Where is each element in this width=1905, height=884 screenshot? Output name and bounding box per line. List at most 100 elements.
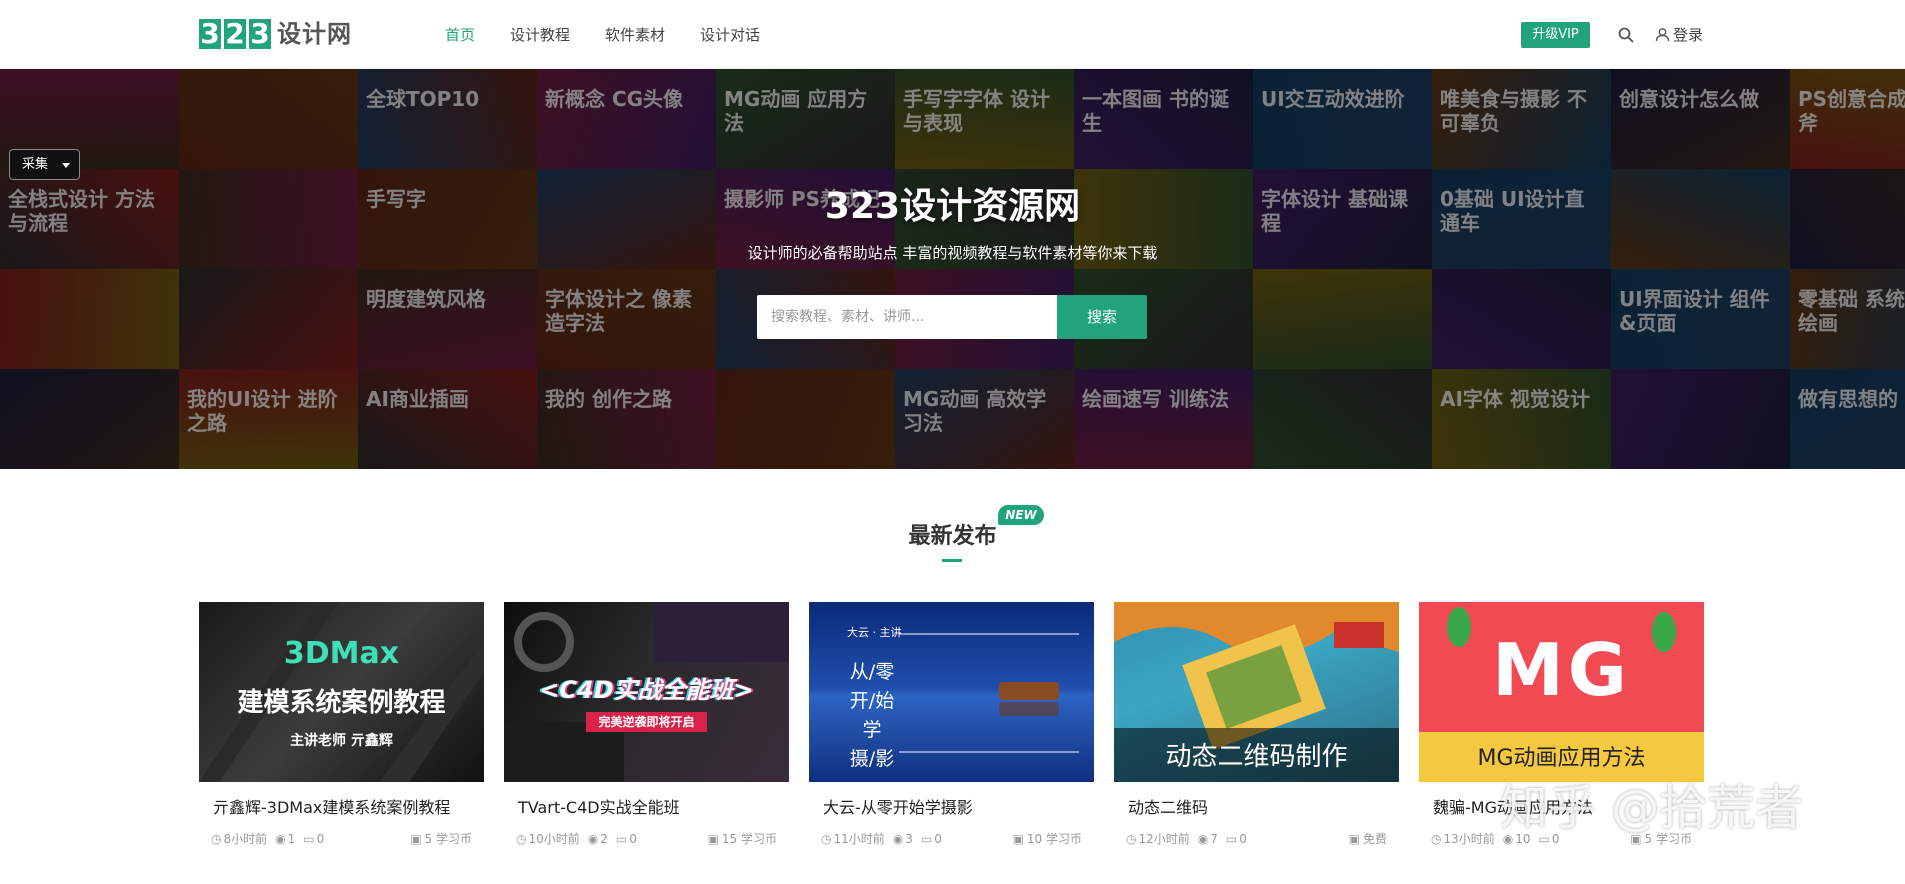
search-icon[interactable] (1617, 26, 1635, 44)
hero-banner: 全球TOP10 新概念 CG头像 MG动画 应用方法 手写字字体 设计与表现 一本图画 … (0, 69, 1905, 469)
clock-icon: ◷ (211, 831, 222, 846)
hero-search: 搜索 (757, 295, 1147, 339)
course-card[interactable]: 3DMax 建模系统案例教程 主讲老师 亓鑫辉 亓鑫辉-3DMax建模系统案例教… (199, 602, 484, 847)
clock-icon: ◷ (516, 831, 527, 846)
course-title[interactable]: TVart-C4D实战全能班 (504, 796, 789, 820)
meta-time-value: 10小时前 (528, 832, 580, 846)
title-underline (942, 559, 962, 562)
site-logo[interactable]: 3 2 3 设计网 (199, 18, 352, 50)
course-title[interactable]: 亓鑫辉-3DMax建模系统案例教程 (199, 796, 484, 820)
meta-views-value: 3 (905, 831, 913, 846)
course-thumbnail[interactable]: 动态二维码制作 (1114, 602, 1399, 782)
meta-views-value: 7 (1210, 831, 1218, 846)
meta-time-value: 13小时前 (1443, 832, 1495, 846)
meta-price: ▣ 15 学习币 (708, 830, 777, 847)
thumb-line: MG动画应用方法 (1477, 746, 1646, 771)
course-meta: ◷ 10小时前 ◉ 2 ▭ 0 ▣ 15 学习币 (504, 830, 789, 847)
login-link[interactable]: 登录 (1655, 24, 1703, 45)
login-label: 登录 (1673, 26, 1704, 44)
comment-icon: ▭ (303, 831, 315, 846)
meta-comments: ▭ 0 (921, 832, 942, 846)
user-icon (1655, 28, 1670, 42)
new-badge: NEW (998, 505, 1044, 525)
course-thumbnail[interactable]: 大云 · 主讲 从/零 开/始 学 摄/影 (809, 602, 1094, 782)
thumb-line: 动态二维码制作 (1165, 742, 1348, 772)
nav-item-talks[interactable]: 设计对话 (700, 24, 760, 46)
comment-icon: ▭ (1225, 831, 1238, 846)
meta-time: ◷ 10小时前 (516, 830, 580, 847)
meta-views: ◉ 3 (893, 832, 913, 846)
course-meta: ◷ 12小时前 ◉ 7 ▭ 0 ▣ 免费 (1114, 830, 1399, 847)
comment-icon: ▭ (615, 831, 628, 846)
course-card[interactable]: 大云 · 主讲 从/零 开/始 学 摄/影 大云-从零开始学摄影 ◷ 11小时前 … (809, 602, 1094, 847)
section-title: 最新发布 (908, 524, 997, 549)
thumb-line: 完美逆袭即将开启 (586, 712, 707, 732)
meta-comments: ▭ 0 (616, 832, 637, 846)
meta-time-value: 8小时前 (223, 832, 268, 846)
meta-comments-value: 0 (316, 831, 325, 846)
meta-price-value: 免费 (1362, 832, 1387, 846)
logo-mark: 3 2 3 (199, 19, 271, 49)
thumb-line: 主讲老师 亓鑫辉 (290, 733, 393, 749)
meta-views: ◉ 1 (275, 832, 295, 846)
wallet-icon: ▣ (707, 831, 719, 846)
meta-time-value: 11小时前 (833, 832, 885, 846)
clock-icon: ◷ (1431, 831, 1442, 846)
logo-text: 设计网 (277, 20, 352, 48)
wallet-icon: ▣ (1348, 831, 1360, 846)
meta-price-value: 5 学习币 (424, 832, 472, 846)
course-thumbnail[interactable]: <C4D实战全能班> 完美逆袭即将开启 (504, 602, 789, 782)
thumb-line: <C4D实战全能班> (539, 676, 754, 704)
course-meta: ◷ 11小时前 ◉ 3 ▭ 0 ▣ 10 学习币 (809, 830, 1094, 847)
course-card[interactable]: 动态二维码制作 动态二维码 ◷ 12小时前 ◉ 7 ▭ 0 ▣ 免费 (1114, 602, 1399, 847)
collect-button[interactable]: 采集 (9, 149, 80, 180)
course-thumbnail[interactable]: MG MG动画应用方法 (1419, 602, 1704, 782)
meta-views-value: 2 (600, 831, 608, 846)
eye-icon: ◉ (1197, 831, 1209, 846)
meta-time: ◷ 12小时前 (1126, 830, 1190, 847)
hero-subtitle: 设计师的必备帮助站点 丰富的视频教程与软件素材等你来下载 (747, 244, 1158, 262)
meta-time: ◷ 8小时前 (211, 830, 267, 847)
thumb-line: 大云 · 主讲 (847, 626, 902, 639)
search-input[interactable] (757, 295, 1057, 339)
meta-time: ◷ 11小时前 (821, 830, 885, 847)
watermark: 知乎 @拾荒者 (1500, 780, 1804, 836)
meta-views-value: 1 (287, 831, 296, 846)
nav-item-software[interactable]: 软件素材 (605, 24, 665, 46)
upgrade-vip-button[interactable]: 升级VIP (1521, 22, 1590, 48)
thumb-line: 3DMax (283, 636, 400, 671)
meta-time-value: 12小时前 (1138, 832, 1190, 846)
wallet-icon: ▣ (1012, 831, 1024, 846)
course-thumbnail[interactable]: 3DMax 建模系统案例教程 主讲老师 亓鑫辉 (199, 602, 484, 782)
meta-time: ◷ 13小时前 (1431, 830, 1495, 847)
course-title[interactable]: 动态二维码 (1114, 796, 1399, 820)
hero-title: 323设计资源网 (824, 186, 1081, 227)
meta-comments-value: 0 (629, 831, 637, 846)
nav-item-home[interactable]: 首页 (445, 24, 475, 46)
banner-overlay (0, 69, 1905, 469)
meta-views: ◉ 7 (1198, 832, 1218, 846)
search-button[interactable]: 搜索 (1057, 295, 1147, 339)
wallet-icon: ▣ (410, 831, 422, 846)
logo-mark-char: 3 (249, 17, 271, 50)
meta-price: ▣ 10 学习币 (1013, 830, 1082, 847)
meta-price: ▣ 免费 (1349, 830, 1387, 847)
meta-price: ▣ 5 学习币 (410, 830, 472, 847)
meta-comments: ▭ 0 (303, 832, 324, 846)
meta-price-value: 10 学习币 (1026, 832, 1082, 846)
nav-item-tutorials[interactable]: 设计教程 (510, 24, 570, 46)
collect-label: 采集 (22, 157, 49, 172)
eye-icon: ◉ (892, 831, 904, 846)
course-meta: ◷ 8小时前 ◉ 1 ▭ 0 ▣ 5 学习币 (199, 830, 484, 847)
course-title[interactable]: 大云-从零开始学摄影 (809, 796, 1094, 820)
logo-mark-char: 3 (199, 17, 221, 50)
main-nav: 首页 设计教程 软件素材 设计对话 (445, 24, 795, 46)
latest-course-list: 3DMax 建模系统案例教程 主讲老师 亓鑫辉 亓鑫辉-3DMax建模系统案例教… (199, 602, 1704, 847)
course-card[interactable]: <C4D实战全能班> 完美逆袭即将开启 TVart-C4D实战全能班 ◷ 10小时… (504, 602, 789, 847)
thumb-line: 建模系统案例教程 (237, 688, 446, 718)
thumb-line: 从/零 开/始 学 摄/影 (849, 661, 895, 770)
meta-comments-value: 0 (934, 831, 942, 846)
meta-comments-value: 0 (1239, 831, 1247, 846)
comment-icon: ▭ (920, 831, 933, 846)
caret-down-icon (62, 163, 70, 168)
